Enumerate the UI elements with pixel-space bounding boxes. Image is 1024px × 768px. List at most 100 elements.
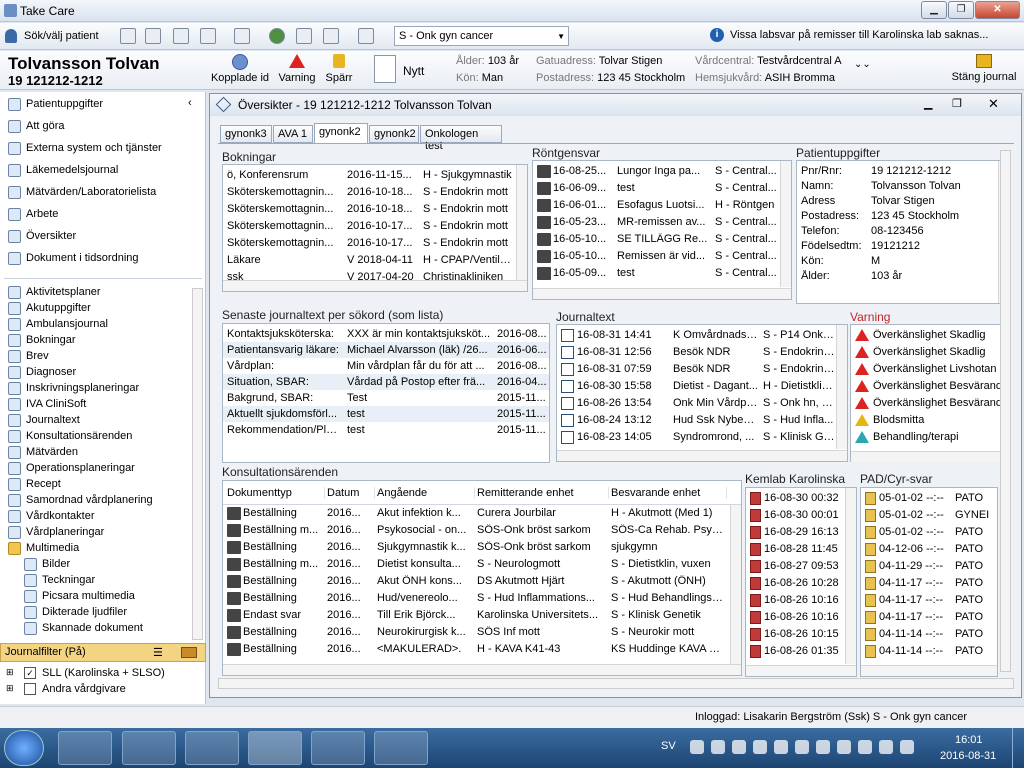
sidebar-list-item[interactable]: Mätvärden — [6, 445, 186, 461]
sidebar-list-item[interactable]: Recept — [6, 477, 186, 493]
warning-row[interactable]: Överkänslighet Besvärand — [851, 378, 1009, 395]
journal-filter-bar[interactable]: Journalfilter (På) ☰ — [0, 643, 206, 662]
sidebar-list-item[interactable]: Multimedia — [6, 541, 186, 557]
tools-icon[interactable] — [732, 740, 746, 754]
sidebar-sub-item[interactable]: Skannade dokument — [6, 621, 186, 637]
filter-checkbox[interactable] — [24, 683, 36, 695]
sidebar-sub-item[interactable]: Teckningar — [6, 573, 186, 589]
pad-row[interactable]: 04-11-17 --:-- PATO — [861, 575, 997, 592]
show-desktop-button[interactable] — [1012, 728, 1024, 768]
pad-row[interactable]: 04-11-17 --:-- PATO — [861, 609, 997, 626]
tab-gynonk2[interactable]: gynonk2 — [314, 123, 368, 144]
table-row[interactable]: 16-08-24 13:12 Hud Ssk Nybesök S - Hud Inf… — [557, 412, 835, 429]
sidebar-item[interactable]: Läkemedelsjournal — [6, 163, 201, 179]
filter-item-sll[interactable]: ⊞ ✓ SLL (Karolinska + SLSO) — [6, 666, 201, 682]
table-row[interactable]: Beställning 2016... Akut ÖNH kons... DS Aku… — [223, 573, 729, 590]
bokningar-hscroll[interactable] — [223, 280, 527, 291]
table-row[interactable]: Beställning 2016... <MAKULERAD>. H - KAVA K… — [223, 641, 729, 658]
expand-chevron-icon[interactable]: ⌄⌄ — [854, 59, 871, 70]
varning-hscroll[interactable] — [851, 451, 1009, 462]
table-row[interactable]: 16-08-31 14:41 K Omvårdnadsa... S - P14 On… — [557, 327, 835, 344]
warning-row[interactable]: Blodsmitta — [851, 412, 1009, 429]
checklist-icon[interactable] — [200, 28, 216, 44]
table-row[interactable]: Beställning 2016... Akut infektion k... Cur… — [223, 505, 729, 522]
sidebar-list-item[interactable]: Vårdplaneringar — [6, 525, 186, 541]
konsult-vscroll[interactable] — [730, 505, 741, 665]
journaltext-hscroll[interactable] — [557, 450, 847, 461]
window-vscroll[interactable] — [1000, 150, 1011, 672]
sidebar-list-item[interactable]: Brev — [6, 349, 186, 365]
table-row[interactable]: Beställning 2016... Neurokirurgisk k... SÖS… — [223, 624, 729, 641]
info-row[interactable]: Ålder: 103 år — [797, 268, 997, 283]
sidebar-list-item[interactable]: Journaltext — [6, 413, 186, 429]
pad-row[interactable]: 04-12-06 --:-- PATO — [861, 541, 997, 558]
window-restore-icon[interactable]: ❐ — [952, 97, 962, 110]
sidebar-list-item[interactable]: Inskrivningsplaneringar — [6, 381, 186, 397]
lab-row[interactable]: 16-08-26 10:28 — [746, 575, 844, 592]
notice-info[interactable]: i Vissa labsvar på remisser till Karolin… — [710, 27, 1020, 45]
sidebar-list-item[interactable]: Diagnoser — [6, 365, 186, 381]
pad-row[interactable]: 04-11-29 --:-- PATO — [861, 558, 997, 575]
norton-icon[interactable] — [711, 740, 725, 754]
sidebar-item[interactable]: Arbete — [6, 207, 201, 223]
sidebar-list-item[interactable]: Konsultationsärenden — [6, 429, 186, 445]
column-header[interactable]: Dokumenttyp — [227, 487, 325, 499]
filter-icon[interactable] — [181, 647, 197, 658]
sidebar-item[interactable]: Översikter — [6, 229, 201, 245]
monitor-icon[interactable] — [358, 28, 374, 44]
tab-ava-1[interactable]: AVA 1 — [273, 125, 313, 143]
table-row[interactable]: 16-08-30 15:58 Dietist - Dagant... H - Die… — [557, 378, 835, 395]
device-icon[interactable] — [795, 740, 809, 754]
globe-icon[interactable] — [269, 28, 285, 44]
table-row[interactable]: Sköterskemottagnin... 2016-10-18... S - En… — [223, 201, 515, 218]
table-row[interactable]: Vårdplan: Min vårdplan får du för att ...… — [223, 358, 549, 374]
sidebar-item[interactable]: Att göra — [6, 119, 201, 135]
info-row[interactable]: Namn: Tolvansson Tolvan — [797, 178, 997, 193]
pdf-icon[interactable] — [311, 731, 365, 765]
lab-row[interactable]: 16-08-27 09:53 — [746, 558, 844, 575]
sidebar-list-item[interactable]: Operationsplaneringar — [6, 461, 186, 477]
table-row[interactable]: Beställning 2016... Hud/venereolo... S - Hu… — [223, 590, 729, 607]
ie-icon[interactable] — [58, 731, 112, 765]
pad-row[interactable]: 05-01-02 --:-- PATO — [861, 490, 997, 507]
table-row[interactable]: Patientansvarig läkare: Michael Alvarsson… — [223, 342, 549, 358]
network-icon[interactable] — [234, 28, 250, 44]
table-row[interactable]: 16-05-10... Remissen är vid... S - Central… — [533, 248, 779, 265]
form-icon[interactable] — [323, 28, 339, 44]
folder-icon[interactable] — [122, 731, 176, 765]
table-row[interactable]: Läkare V 2018-04-11 H - CPAP/Ventila... — [223, 252, 515, 269]
lab-row[interactable]: 16-08-26 10:16 — [746, 609, 844, 626]
power-icon[interactable] — [837, 740, 851, 754]
lab-row[interactable]: 16-08-26 10:15 — [746, 626, 844, 643]
sidebar-sub-item[interactable]: Bilder — [6, 557, 186, 573]
journaltext-vscroll[interactable] — [836, 325, 847, 449]
print-icon[interactable] — [296, 28, 312, 44]
display-icon[interactable] — [858, 740, 872, 754]
expand-icon[interactable]: ⊞ — [6, 683, 14, 694]
new-button[interactable]: Nytt — [370, 53, 430, 87]
table-row[interactable]: 16-06-09... test S - Central... — [533, 180, 779, 197]
column-header[interactable]: Datum — [327, 487, 375, 499]
info-row[interactable]: Födelsedtm: 19121212 — [797, 238, 997, 253]
sidebar-scrollbar[interactable] — [192, 288, 203, 640]
table-row[interactable]: 16-08-23 14:05 Syndromrond, ... S - Klinis… — [557, 429, 835, 446]
language-indicator[interactable]: SV — [661, 740, 676, 752]
sidebar-list-item[interactable]: Bokningar — [6, 333, 186, 349]
warning-row[interactable]: Överkänslighet Skadlig — [851, 344, 1009, 361]
bokningar-vscroll[interactable] — [516, 165, 527, 281]
close-button[interactable]: ✕ — [975, 1, 1020, 19]
lab-row[interactable]: 16-08-30 00:01 — [746, 507, 844, 524]
sidebar-item[interactable]: Patientuppgifter — [6, 97, 201, 113]
sidebar-list-item[interactable]: Ambulansjournal — [6, 317, 186, 333]
sidebar-list-item[interactable]: Akutuppgifter — [6, 301, 186, 317]
shield-icon[interactable] — [753, 740, 767, 754]
table-row[interactable]: Rekommendation/Pla... test 2015-11... — [223, 422, 549, 438]
lab-row[interactable]: 16-08-29 16:13 — [746, 524, 844, 541]
sidebar-list-item[interactable]: Samordnad vårdplanering — [6, 493, 186, 509]
table-row[interactable]: Beställning m... 2016... Dietist konsulta.… — [223, 556, 729, 573]
nav-app-icon[interactable] — [185, 731, 239, 765]
table-row[interactable]: Aktuellt sjukdomsförl... test 2015-11... — [223, 406, 549, 422]
sidebar-list-item[interactable]: Aktivitetsplaner — [6, 285, 186, 301]
grid-icon[interactable] — [173, 28, 189, 44]
table-row[interactable]: 16-05-23... MR-remissen av... S - Central.… — [533, 214, 779, 231]
